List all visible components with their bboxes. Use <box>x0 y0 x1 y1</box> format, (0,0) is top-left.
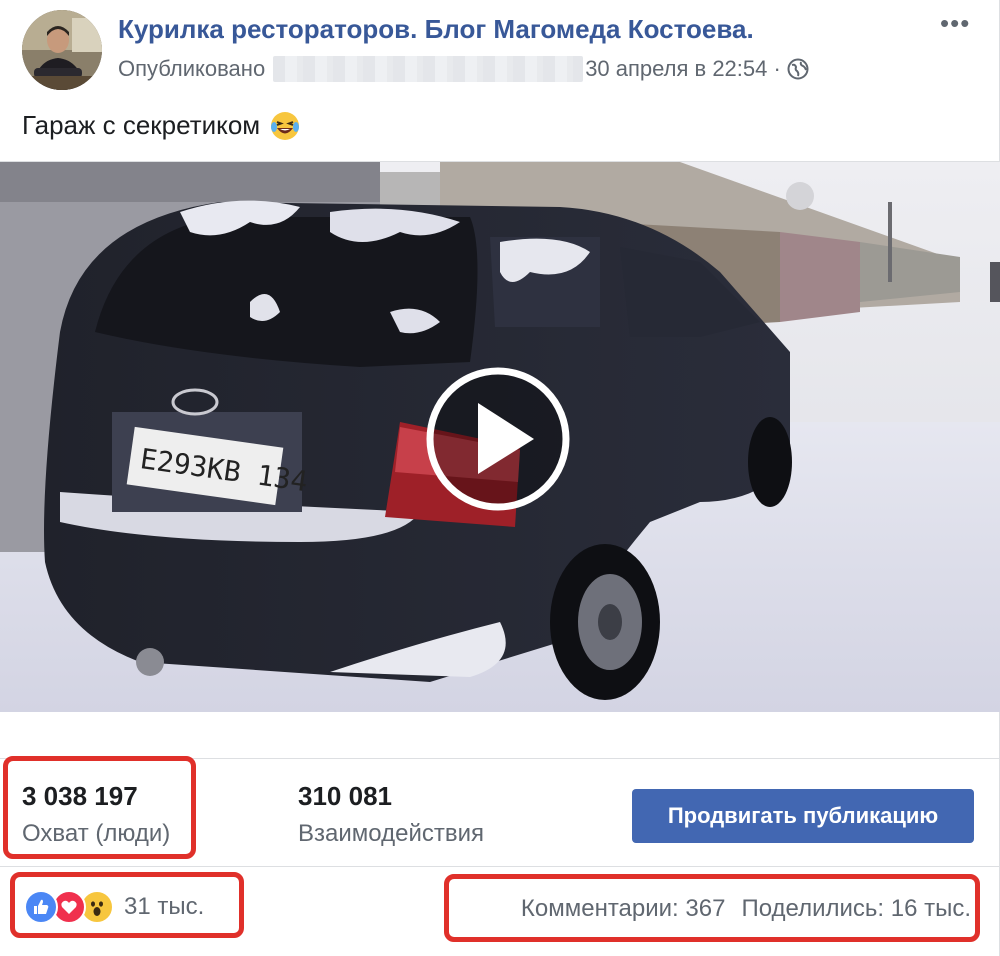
engagement-value: 310 081 <box>298 781 392 811</box>
page-name-link[interactable]: Курилка рестораторов. Блог Магомеда Кост… <box>118 14 754 45</box>
post-text: Гараж с секретиком <box>22 110 300 141</box>
promote-post-button[interactable]: Продвигать публикацию <box>632 789 974 843</box>
like-icon <box>24 890 58 924</box>
laughing-tears-emoji-icon <box>270 111 300 141</box>
video-player[interactable]: E293КВ 134 <box>0 162 1000 712</box>
post-meta: Опубликовано 30 апреля в 22:54 · <box>118 56 809 82</box>
globe-icon <box>787 58 809 80</box>
engagement-highlight-box <box>444 874 980 942</box>
divider <box>0 866 1000 867</box>
blurred-author <box>273 56 584 82</box>
engagement-label: Взаимодействия <box>298 820 484 847</box>
post-card: Курилка рестораторов. Блог Магомеда Кост… <box>0 0 1000 956</box>
more-options-icon[interactable]: ••• <box>940 8 970 39</box>
published-prefix: Опубликовано <box>118 56 266 81</box>
page-avatar[interactable] <box>22 10 102 90</box>
reach-highlight-box <box>3 756 196 859</box>
published-date[interactable]: 30 апреля в 22:54 · <box>585 56 781 82</box>
post-text-content: Гараж с секретиком <box>22 110 261 140</box>
